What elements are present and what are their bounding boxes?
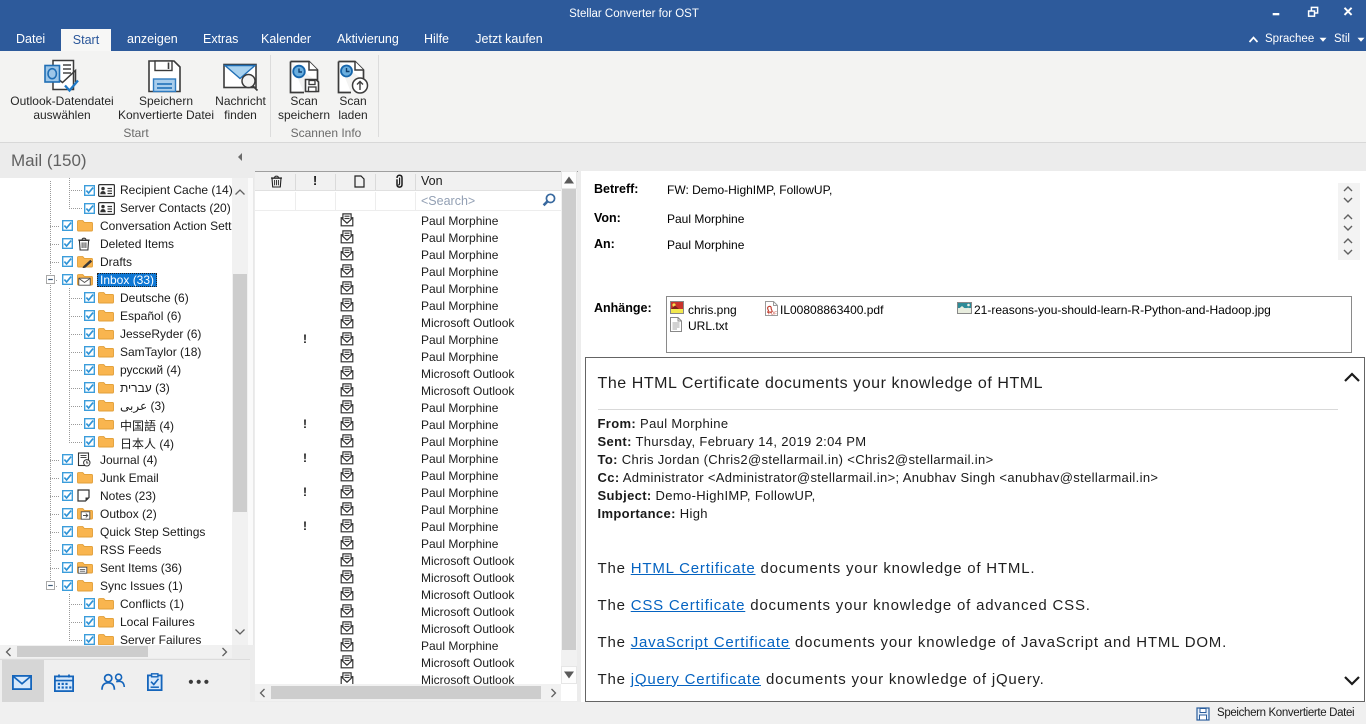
svg-text:PDF: PDF [768,311,777,316]
